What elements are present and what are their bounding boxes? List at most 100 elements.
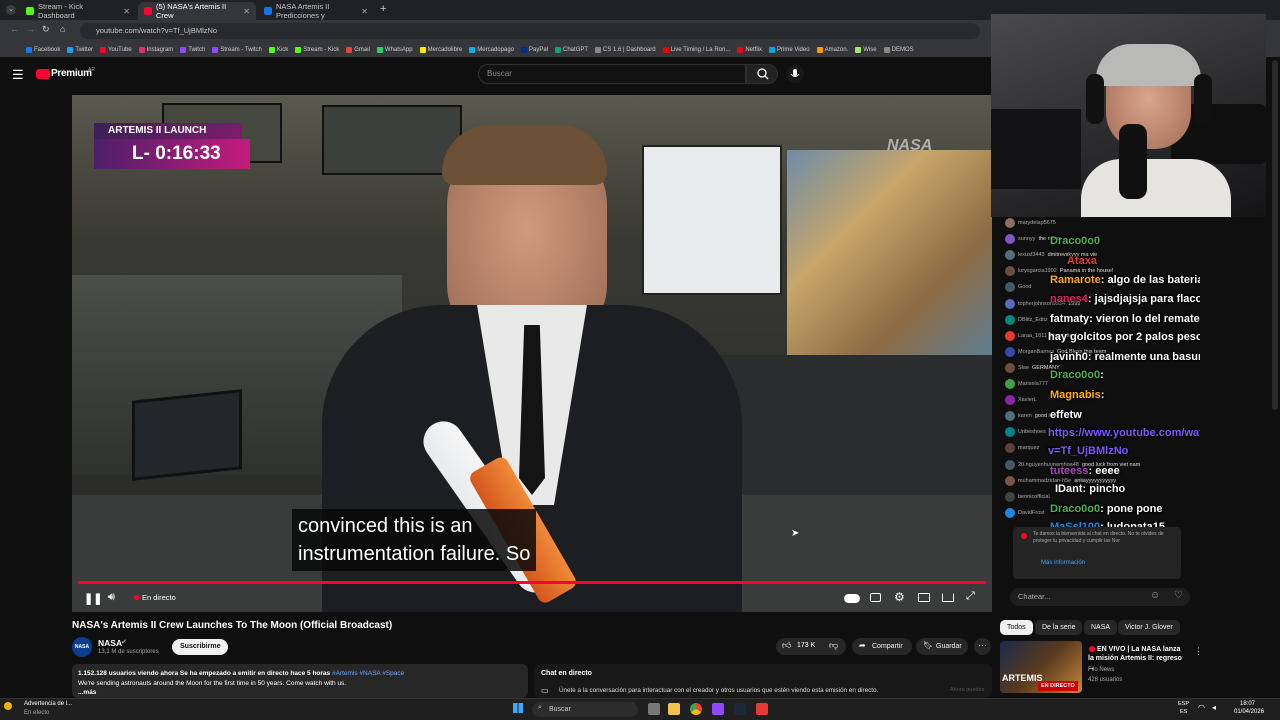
like-count[interactable]: 173 K xyxy=(797,642,815,649)
chat-username[interactable]: MorganBarnes xyxy=(1018,349,1054,355)
progress-bar[interactable] xyxy=(78,581,986,584)
bookmark-item[interactable]: Twitch xyxy=(180,46,205,53)
bookmark-item[interactable]: Wise xyxy=(855,46,877,53)
chat-username[interactable]: Uribeshoes xyxy=(1018,429,1046,435)
chat-username[interactable]: marquez xyxy=(1018,445,1039,451)
premium-label[interactable]: Premium xyxy=(51,68,92,79)
more-actions-icon[interactable]: ⋯ xyxy=(974,638,991,655)
youtube-logo-icon[interactable] xyxy=(36,69,50,79)
hashtags[interactable]: #Artemis #NASA #Space xyxy=(332,670,404,677)
volume-icon[interactable]: 🔊︎ xyxy=(108,591,115,604)
bookmark-item[interactable]: Mercadopago xyxy=(469,46,514,53)
reload-icon[interactable]: ↻ xyxy=(42,24,50,35)
fullscreen-icon[interactable]: ⤢ xyxy=(966,590,975,603)
show-more-link[interactable]: ...más xyxy=(78,689,96,696)
taskbar-search[interactable]: Buscar xyxy=(532,702,638,717)
back-icon[interactable]: ← xyxy=(10,24,19,34)
chat-username[interactable]: XavierL xyxy=(1018,397,1037,403)
bookmark-item[interactable]: Twitter xyxy=(67,46,93,53)
chip-all[interactable]: Todos xyxy=(1000,620,1033,635)
chat-username[interactable]: DavidFrost xyxy=(1018,510,1045,516)
chat-username[interactable]: DBlitz_Editz xyxy=(1018,317,1048,323)
chat-input[interactable]: Chatear... xyxy=(1010,588,1190,606)
live-label[interactable]: En directo xyxy=(142,593,176,602)
chat-username[interactable]: Marisela777 xyxy=(1018,381,1048,387)
bookmark-item[interactable]: Amazon. xyxy=(816,46,848,53)
chip-series[interactable]: De la serie xyxy=(1035,620,1083,635)
chat-username[interactable]: bennicofficial xyxy=(1018,494,1050,500)
subtitles-icon[interactable] xyxy=(870,593,881,602)
bookmark-item[interactable]: YouTube xyxy=(100,46,132,53)
more-info-link[interactable]: Más información xyxy=(1041,560,1085,566)
page-scrollbar[interactable] xyxy=(1272,60,1278,410)
start-icon[interactable] xyxy=(513,703,523,713)
voice-search-button[interactable] xyxy=(786,65,804,83)
more-options-icon[interactable]: ⋮ xyxy=(1194,646,1203,657)
bookmark-item[interactable]: CS 1.6 | Dashboard xyxy=(595,46,656,53)
bookmark-item[interactable]: Prime Video xyxy=(769,46,810,53)
bookmark-item[interactable]: PayPal xyxy=(521,46,548,53)
subscribe-button[interactable]: Suscribirme xyxy=(172,639,229,655)
wifi-icon[interactable]: ◠ xyxy=(1198,703,1205,712)
bookmark-item[interactable]: Stream - Kick xyxy=(295,46,339,53)
recommended-thumbnail[interactable]: ARTEMIS EN DIRECTO xyxy=(1000,641,1082,693)
menu-icon[interactable]: ☰ xyxy=(12,67,24,83)
channel-avatar[interactable]: NASA xyxy=(72,637,92,657)
bookmark-item[interactable]: Stream - Twitch xyxy=(212,46,262,53)
chat-message[interactable]: marydelap5675 xyxy=(1005,218,1200,228)
file-explorer-icon[interactable] xyxy=(668,703,680,715)
tab-search-icon[interactable]: ⌄ xyxy=(6,5,16,15)
miniplayer-icon[interactable] xyxy=(918,593,930,602)
chat-username[interactable]: Laraa_1811 xyxy=(1018,333,1047,339)
chip-nasa[interactable]: NASA xyxy=(1084,620,1118,635)
bookmark-item[interactable]: Netflix xyxy=(737,46,762,53)
chat-username[interactable]: karen xyxy=(1018,413,1032,419)
chip-victor-glover[interactable]: Victor J. Glover xyxy=(1118,620,1180,635)
chat-message[interactable]: karen good luck xyxy=(1005,411,1200,422)
video-player[interactable]: ARTEMIS II LAUNCH L- 0:16:33 NASA convin… xyxy=(72,95,992,612)
chat-username[interactable]: lexusf3443 xyxy=(1018,252,1045,258)
bookmark-item[interactable]: DEMOS xyxy=(883,46,914,53)
chat-message[interactable]: lexusf3443 dmitrevskyyy ma vie xyxy=(1005,250,1200,261)
bookmark-item[interactable]: Facebook xyxy=(26,46,60,53)
app-icon[interactable] xyxy=(756,703,768,715)
new-tab-button[interactable]: + xyxy=(380,3,386,15)
tab-predicciones[interactable]: NASA Artemis II Predicciones y ✕ xyxy=(258,2,374,20)
keyboard-layout[interactable]: ES xyxy=(1180,709,1187,715)
bookmark-item[interactable]: Gmail xyxy=(346,46,370,53)
clock-date[interactable]: 01/04/2026 xyxy=(1234,709,1264,715)
channel-name[interactable]: NASA xyxy=(98,638,122,648)
app-icon[interactable] xyxy=(712,703,724,715)
tab-kick-dashboard[interactable]: Stream - Kick Dashboard ✕ xyxy=(20,2,136,20)
chat-card-dismiss[interactable]: Ahora puedes xyxy=(950,687,984,693)
bookmark-item[interactable]: WhatsApp xyxy=(376,46,413,53)
close-icon[interactable]: ✕ xyxy=(123,7,130,16)
chat-username[interactable]: sunnyy xyxy=(1018,236,1035,242)
close-icon[interactable]: ✕ xyxy=(243,7,250,16)
bookmark-item[interactable]: Instagram xyxy=(138,46,173,53)
home-icon[interactable]: ⌂ xyxy=(60,24,65,34)
steam-icon[interactable] xyxy=(734,703,746,715)
dislike-icon[interactable]: 👎︎ xyxy=(829,640,838,651)
emoji-icon[interactable]: ☺ xyxy=(1150,590,1160,601)
clock-time[interactable]: 18:07 xyxy=(1240,701,1255,707)
bookmark-item[interactable]: ChatGPT xyxy=(555,46,588,53)
recommended-channel[interactable]: Filo News xyxy=(1088,667,1114,673)
bookmark-item[interactable]: Kick xyxy=(268,46,288,53)
search-button[interactable] xyxy=(746,64,778,84)
cast-icon[interactable] xyxy=(942,593,954,602)
forward-icon[interactable]: → xyxy=(26,24,35,34)
url-field[interactable]: youtube.com/watch?v=Tf_UjBMlzNo xyxy=(80,23,980,39)
heart-icon[interactable]: ♡ xyxy=(1174,590,1183,601)
task-view-icon[interactable] xyxy=(648,703,660,715)
like-icon[interactable]: 👍︎ xyxy=(782,640,791,651)
chat-username[interactable]: Good xyxy=(1018,284,1031,290)
notification-title[interactable]: Advertencia de l... xyxy=(24,701,72,707)
settings-icon[interactable]: ⚙ xyxy=(894,590,905,604)
volume-icon[interactable]: ◂ xyxy=(1212,703,1216,712)
bookmark-item[interactable]: Mercadolibre xyxy=(419,46,462,53)
autoplay-toggle[interactable] xyxy=(844,594,860,603)
bookmark-item[interactable]: Live Timing / La Ron... xyxy=(662,46,730,53)
pause-icon[interactable]: ❚❚ xyxy=(84,592,102,605)
tab-youtube[interactable]: (5) NASA's Artemis II Crew ✕ xyxy=(138,2,256,20)
